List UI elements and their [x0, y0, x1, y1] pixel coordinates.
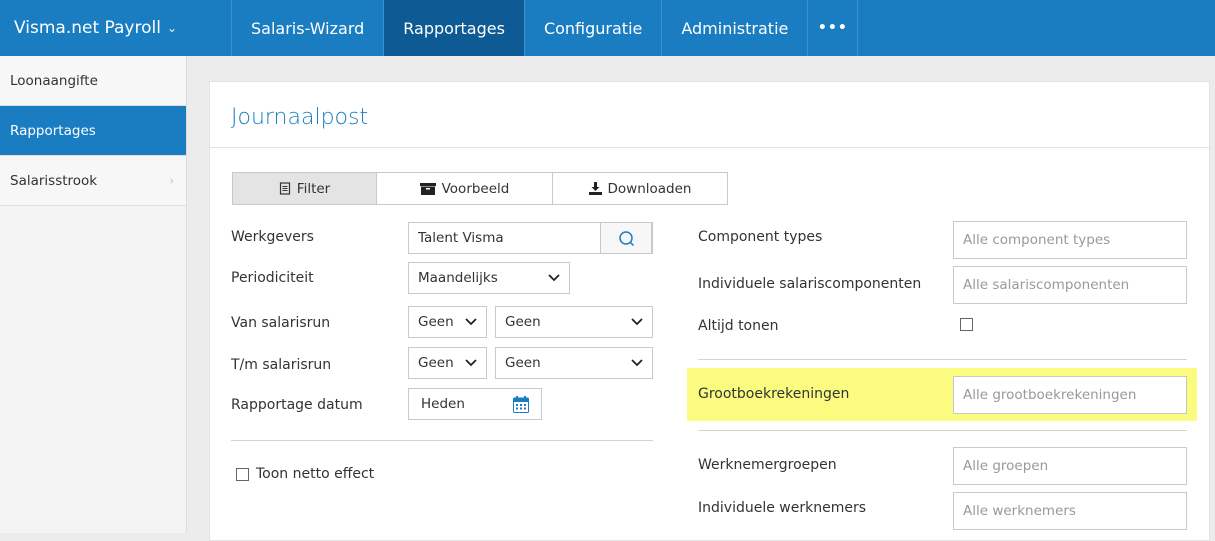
- nav-label: Rapportages: [403, 18, 505, 38]
- werkgevers-label: Werkgevers: [231, 229, 314, 245]
- van-salarisrun-select[interactable]: Geen: [495, 306, 653, 338]
- sidebar-item-rapportages[interactable]: Rapportages: [0, 106, 186, 156]
- select-value: Geen: [418, 314, 454, 330]
- chevron-down-icon: ⌄: [166, 21, 178, 35]
- select-value: Geen: [505, 314, 541, 330]
- van-salarisrun-small-select[interactable]: Geen: [408, 306, 487, 338]
- download-icon: [588, 182, 602, 195]
- divider: [210, 147, 1211, 148]
- placeholder: Alle component types: [963, 232, 1111, 248]
- placeholder: Alle werknemers: [963, 503, 1076, 519]
- tab-voorbeeld[interactable]: Voorbeeld: [377, 172, 553, 205]
- rapportage-datum-field[interactable]: Heden: [408, 388, 542, 420]
- component-types-field[interactable]: Alle component types: [953, 221, 1187, 259]
- chevron-down-icon: [631, 359, 643, 367]
- filter-document-icon: [279, 182, 290, 195]
- tab-label: Downloaden: [607, 180, 692, 197]
- werkgevers-search-button[interactable]: [600, 222, 652, 254]
- sidebar-item-label: Rapportages: [10, 122, 96, 139]
- tm-salarisrun-small-select[interactable]: Geen: [408, 347, 487, 379]
- tm-salarisrun-select[interactable]: Geen: [495, 347, 653, 379]
- nav-label: Administratie: [681, 18, 789, 38]
- nav-configuratie[interactable]: Configuratie: [525, 0, 663, 56]
- more-menu-button[interactable]: •••: [808, 0, 859, 56]
- salariscomponenten-field[interactable]: Alle salariscomponenten: [953, 266, 1187, 304]
- sidebar-item-loonaangifte[interactable]: Loonaangifte: [0, 56, 186, 106]
- placeholder: Alle groepen: [963, 458, 1049, 474]
- werkgevers-value: Talent Visma: [418, 230, 504, 246]
- nav-administratie[interactable]: Administratie: [662, 0, 809, 56]
- werknemergroepen-label: Werknemergroepen: [698, 457, 837, 473]
- datum-value: Heden: [421, 396, 465, 412]
- nav-salaris-wizard[interactable]: Salaris-Wizard: [232, 0, 385, 56]
- tm-salarisrun-label: T/m salarisrun: [231, 357, 332, 373]
- tab-label: Voorbeeld: [441, 180, 510, 197]
- periodiciteit-label: Periodiciteit: [231, 270, 314, 286]
- sidebar-item-label: Salarisstrook: [10, 172, 98, 189]
- placeholder: Alle grootboekrekeningen: [963, 387, 1137, 403]
- archive-icon: [419, 182, 436, 195]
- toon-netto-effect-label: Toon netto effect: [256, 466, 375, 482]
- salariscomponenten-label: Individuele salariscomponenten: [698, 276, 922, 292]
- chevron-down-icon: [631, 318, 643, 326]
- nav-label: Configuratie: [543, 18, 643, 38]
- altijd-tonen-label: Altijd tonen: [698, 318, 779, 334]
- divider: [231, 440, 653, 441]
- sidebar-item-label: Loonaangifte: [10, 72, 98, 89]
- chevron-down-icon: [465, 359, 477, 367]
- app-brand-menu[interactable]: Visma.net Payroll ⌄: [0, 0, 232, 56]
- van-salarisrun-label: Van salarisrun: [231, 315, 331, 331]
- periodiciteit-select[interactable]: Maandelijks: [408, 262, 570, 294]
- periodiciteit-value: Maandelijks: [418, 270, 498, 286]
- grootboekrekeningen-field[interactable]: Alle grootboekrekeningen: [953, 376, 1187, 414]
- component-types-label: Component types: [698, 229, 823, 245]
- divider: [698, 359, 1187, 360]
- tab-label: Filter: [296, 180, 331, 197]
- app-brand-label: Visma.net Payroll: [14, 18, 161, 38]
- divider: [698, 430, 1187, 431]
- tab-filter[interactable]: Filter: [232, 172, 377, 205]
- more-icon: •••: [817, 20, 848, 36]
- rapportage-datum-label: Rapportage datum: [231, 397, 363, 413]
- calendar-icon[interactable]: [513, 396, 529, 413]
- nav-label: Salaris-Wizard: [251, 18, 365, 38]
- chevron-right-icon: ›: [169, 174, 174, 187]
- placeholder: Alle salariscomponenten: [963, 277, 1130, 293]
- werknemergroepen-field[interactable]: Alle groepen: [953, 447, 1187, 485]
- toon-netto-effect-checkbox[interactable]: [236, 468, 249, 481]
- search-icon: [618, 230, 634, 246]
- view-tabs: Filter Voorbeeld Downloaden: [232, 172, 728, 205]
- tab-downloaden[interactable]: Downloaden: [553, 172, 728, 205]
- chevron-down-icon: [465, 318, 477, 326]
- sidebar-item-salarisstrook[interactable]: Salarisstrook ›: [0, 156, 186, 206]
- top-navigation-bar: Visma.net Payroll ⌄ Salaris-Wizard Rappo…: [0, 0, 1215, 56]
- grootboekrekeningen-label: Grootboekrekeningen: [698, 386, 850, 402]
- page-title: Journaalpost: [231, 105, 369, 130]
- sidebar: Loonaangifte Rapportages Salarisstrook ›: [0, 56, 187, 533]
- select-value: Geen: [418, 355, 454, 371]
- werkgevers-field[interactable]: Talent Visma: [408, 222, 653, 254]
- altijd-tonen-checkbox[interactable]: [960, 318, 973, 331]
- individuele-werknemers-label: Individuele werknemers: [698, 500, 866, 516]
- chevron-down-icon: [548, 274, 560, 282]
- select-value: Geen: [505, 355, 541, 371]
- nav-rapportages[interactable]: Rapportages: [384, 0, 525, 56]
- individuele-werknemers-field[interactable]: Alle werknemers: [953, 492, 1187, 530]
